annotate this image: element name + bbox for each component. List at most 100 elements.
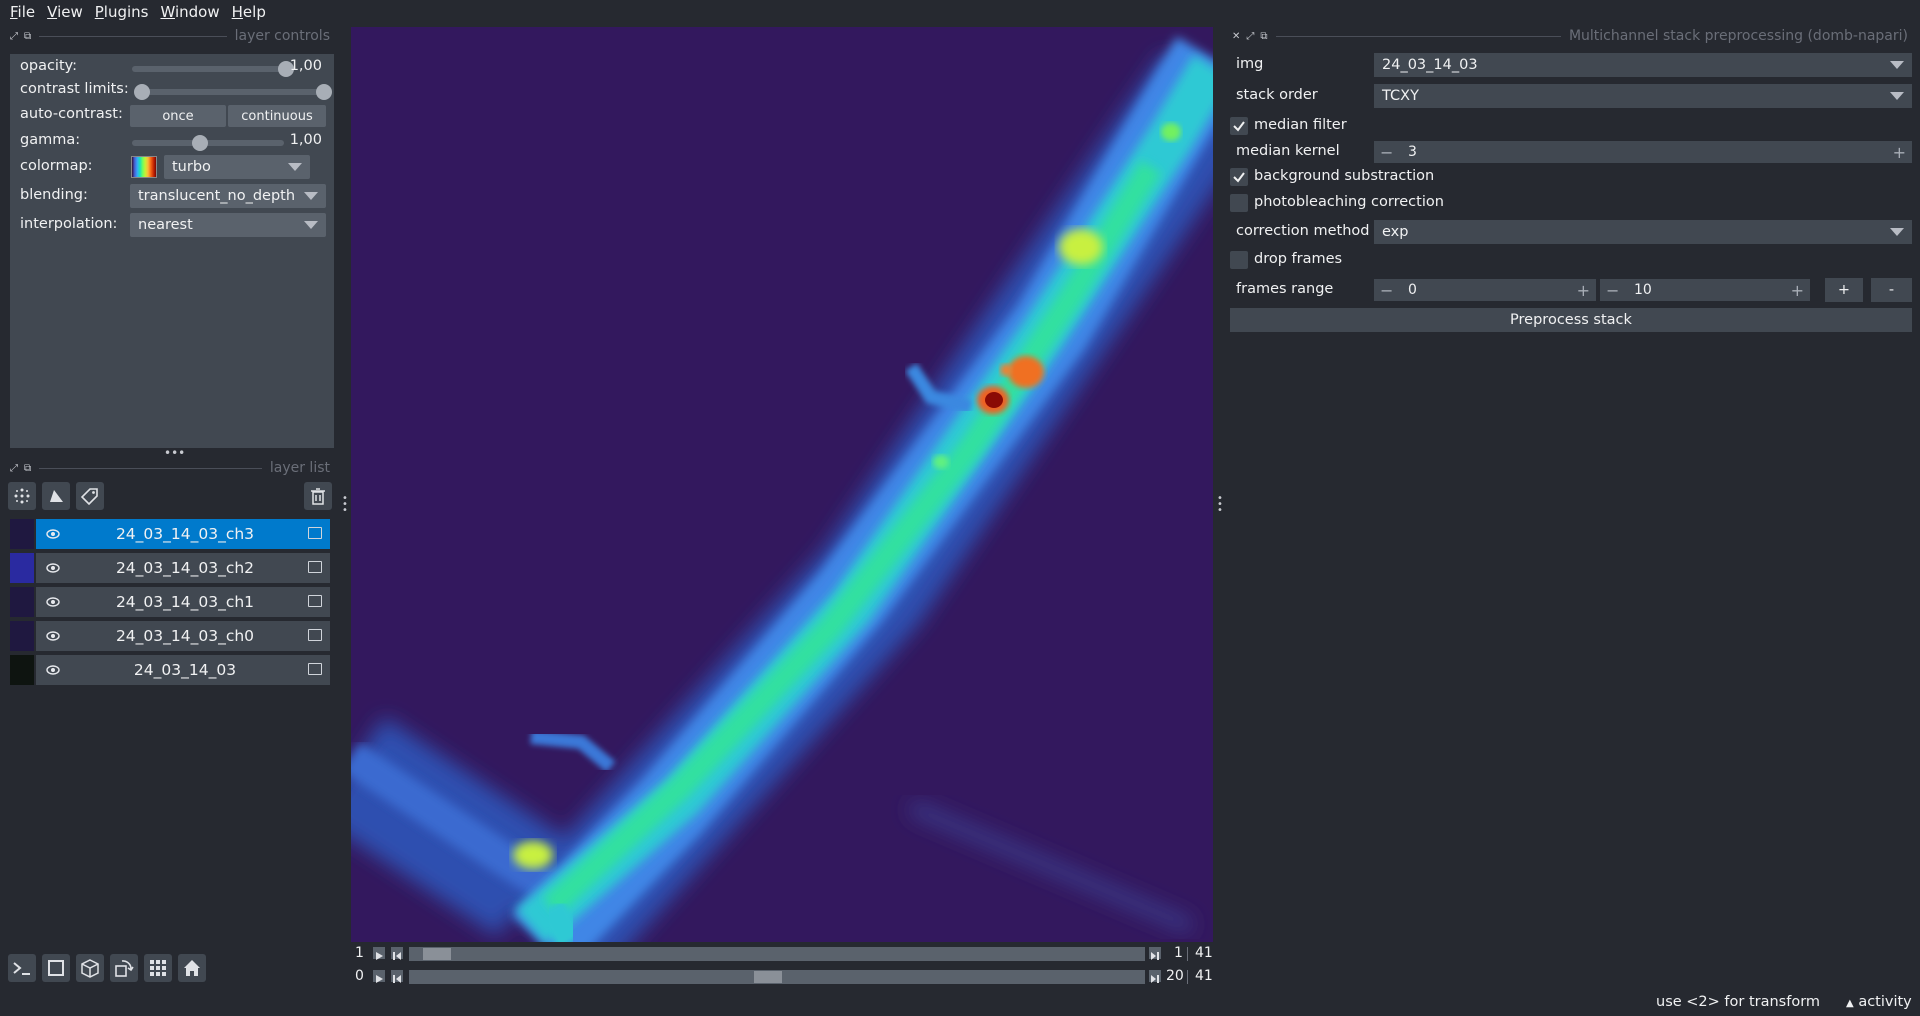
layer-row[interactable]: 24_03_14_03_ch3 — [10, 519, 330, 549]
grid-view-button[interactable] — [144, 954, 172, 982]
dim-slider-track[interactable] — [409, 970, 1145, 984]
shapes-icon — [50, 490, 63, 502]
dim-total-value: 41 — [1195, 968, 1213, 984]
contrast-min-handle[interactable] — [134, 84, 150, 100]
layer-row[interactable]: 24_03_14_03_ch0 — [10, 621, 330, 651]
image-icon — [308, 629, 322, 641]
2d-3d-toggle-button[interactable] — [42, 954, 70, 982]
layer-row[interactable]: 24_03_14_03_ch2 — [10, 553, 330, 583]
step-back-button[interactable] — [391, 947, 403, 960]
menu-window[interactable]: Window — [156, 3, 227, 21]
background-substraction-checkbox[interactable] — [1230, 168, 1248, 186]
chevron-down-icon — [288, 163, 302, 171]
transpose-button[interactable] — [110, 954, 138, 982]
eye-icon[interactable] — [46, 629, 60, 643]
contrast-max-handle[interactable] — [316, 84, 332, 100]
image-icon — [308, 595, 322, 607]
increment-button[interactable]: + — [1791, 281, 1804, 300]
gamma-slider-handle[interactable] — [192, 135, 208, 151]
layer-row[interactable]: 24_03_14_03 — [10, 655, 330, 685]
eye-icon[interactable] — [46, 595, 60, 609]
img-dropdown[interactable]: 24_03_14_03 — [1374, 53, 1912, 77]
dim-current-value[interactable]: 1 — [1174, 945, 1183, 961]
new-shapes-layer-button[interactable] — [42, 482, 70, 510]
blending-value: translucent_no_depth — [138, 188, 296, 204]
plugin-dock-titlebar: ✕ ⤢ ⧉ Multichannel stack preprocessing (do… — [1232, 28, 1908, 44]
image-canvas[interactable] — [351, 27, 1213, 942]
close-icon[interactable]: ✕ — [1232, 31, 1240, 42]
menu-plugins[interactable]: Plugins — [91, 3, 157, 21]
decrement-button[interactable]: − — [1380, 143, 1393, 162]
step-forward-button[interactable] — [1149, 970, 1161, 983]
auto-contrast-once-button[interactable]: once — [130, 105, 226, 127]
layer-row[interactable]: 24_03_14_03_ch1 — [10, 587, 330, 617]
ndisplay-button[interactable] — [76, 954, 104, 982]
console-button[interactable] — [8, 954, 36, 982]
play-button[interactable] — [373, 970, 385, 983]
reset-view-button[interactable] — [178, 954, 206, 982]
float-icon[interactable]: ⧉ — [24, 31, 31, 42]
delete-layer-button[interactable] — [304, 482, 332, 510]
rotate-icon — [115, 960, 134, 977]
microscopy-image — [351, 27, 1213, 942]
activity-toggle[interactable]: ▲ activity — [1846, 994, 1912, 1016]
new-points-layer-button[interactable] — [8, 482, 36, 510]
auto-contrast-continuous-button[interactable]: continuous — [228, 105, 326, 127]
median-filter-checkbox[interactable] — [1230, 117, 1248, 135]
gamma-slider[interactable] — [132, 135, 284, 151]
decrement-button[interactable]: − — [1606, 281, 1619, 300]
dim-current-value[interactable]: 20 — [1166, 968, 1184, 984]
preprocess-stack-button[interactable]: Preprocess stack — [1230, 308, 1912, 332]
frames-remove-button[interactable]: - — [1871, 278, 1912, 302]
dim-slider-track[interactable] — [409, 947, 1145, 961]
interpolation-dropdown[interactable]: nearest — [130, 213, 326, 237]
step-forward-button[interactable] — [1149, 947, 1161, 960]
frames-end-spinbox[interactable]: − 10 + — [1600, 279, 1810, 301]
float-icon[interactable]: ⤢ — [1246, 31, 1254, 42]
colormap-dropdown[interactable]: turbo — [164, 155, 310, 179]
frames-add-button[interactable]: + — [1825, 278, 1863, 302]
correction-method-dropdown[interactable]: exp — [1374, 220, 1912, 244]
play-button[interactable] — [373, 947, 385, 960]
close-icon[interactable]: ⤢ — [10, 31, 18, 42]
detach-icon[interactable]: ⧉ — [1260, 31, 1267, 42]
layer-list-titlebar: ⤢ ⧉ layer list — [10, 460, 330, 476]
increment-button[interactable]: + — [1893, 143, 1906, 162]
colormap-label: colormap: — [20, 158, 93, 174]
step-back-button[interactable] — [391, 970, 403, 983]
frames-end-value: 10 — [1634, 282, 1652, 298]
right-dock-resize-handle[interactable]: • • • — [1217, 494, 1223, 516]
eye-icon[interactable] — [46, 663, 60, 677]
median-kernel-spinbox[interactable]: − 3 + — [1374, 141, 1912, 163]
stack-order-dropdown[interactable]: TCXY — [1374, 84, 1912, 108]
contrast-limits-slider[interactable] — [134, 84, 332, 100]
drop-frames-checkbox[interactable] — [1230, 251, 1248, 269]
layer-thumbnail — [10, 655, 36, 685]
layer-thumbnail — [10, 553, 36, 583]
colormap-value: turbo — [172, 159, 211, 175]
eye-icon[interactable] — [46, 561, 60, 575]
dim-slider-thumb[interactable] — [754, 971, 782, 983]
menu-file[interactable]: File — [6, 3, 43, 21]
opacity-value: 1,00 — [289, 58, 322, 74]
dock-splitter-handle[interactable]: ••• — [164, 447, 185, 459]
float-icon[interactable]: ⧉ — [24, 463, 31, 474]
increment-button[interactable]: + — [1577, 281, 1590, 300]
new-labels-layer-button[interactable] — [76, 482, 104, 510]
stack-order-label: stack order — [1236, 87, 1318, 103]
close-icon[interactable]: ⤢ — [10, 463, 18, 474]
menu-help[interactable]: Help — [228, 3, 274, 21]
menu-view[interactable]: View — [43, 3, 91, 21]
dim-slider-thumb[interactable] — [423, 948, 451, 960]
frames-start-spinbox[interactable]: − 0 + — [1374, 279, 1596, 301]
blending-dropdown[interactable]: translucent_no_depth — [130, 184, 326, 208]
left-dock-resize-handle[interactable]: • • • — [342, 494, 348, 516]
home-icon — [184, 960, 200, 976]
opacity-label: opacity: — [20, 58, 78, 74]
activity-label: activity — [1858, 994, 1912, 1010]
opacity-slider[interactable] — [132, 61, 294, 77]
photobleaching-correction-checkbox[interactable] — [1230, 194, 1248, 212]
decrement-button[interactable]: − — [1380, 281, 1393, 300]
eye-icon[interactable] — [46, 527, 60, 541]
frames-start-value: 0 — [1408, 282, 1417, 298]
